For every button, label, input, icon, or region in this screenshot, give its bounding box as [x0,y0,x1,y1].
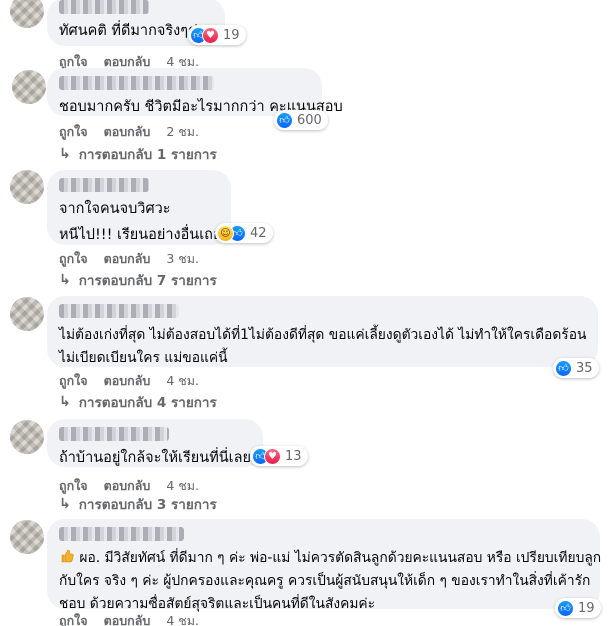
love-icon: ♥ [264,447,281,465]
like-icon: 👍︎ [276,111,293,129]
author-name-blurred[interactable] [59,427,169,441]
avatar[interactable] [10,297,44,331]
thumbs-up-emoji-icon [59,548,75,564]
view-replies-link[interactable]: ↳ การตอบกลับ 7 รายการ [59,269,217,291]
reaction-count: 19 [578,600,595,616]
reaction-count: 42 [250,225,267,241]
reaction-count: 13 [285,448,302,464]
timestamp[interactable]: 4 ชม. [166,371,199,391]
reply-button[interactable]: ตอบกลับ [104,611,151,626]
comment-bubble: ไม่ต้องเก่งที่สุด ไม่ต้องสอบได้ที่1ไม่ต้… [47,296,598,367]
like-button[interactable]: ถูกใจ [59,371,88,391]
reaction-summary[interactable]: 👍︎ ♥ 19 [188,25,246,45]
author-name-blurred[interactable] [59,527,184,541]
reply-button[interactable]: ตอบกลับ [104,122,151,142]
comment-bubble: จากใจคนจบวิศวะ หนีไป!!! เรียนอย่างอื่นเถ… [47,170,231,245]
replies-count-text: การตอบกลับ 1 รายการ [78,147,217,163]
comment-bubble: ชอบมากครับ ชีวิตมีอะไรมากกว่า คะแนนสอบ [47,68,343,116]
comment-actions: ถูกใจ ตอบกลับ 2 ชม. [59,122,199,142]
comment-bubble: ผอ. มีวิสัยทัศน์ ที่ดีมาก ๆ ค่ะ พ่อ-แม่ … [47,519,601,612]
haha-icon: ☺ [217,224,234,242]
comment-bubble: ถ้าบ้านอยู่ใกล้จะให้เรียนที่นี่เลยค่ะ [47,419,269,467]
view-replies-link[interactable]: ↳ การตอบกลับ 4 รายการ [59,391,217,413]
replies-count-text: การตอบกลับ 4 รายการ [78,395,217,411]
love-icon: ♥ [202,26,219,44]
reply-button[interactable]: ตอบกลับ [104,371,151,391]
timestamp[interactable]: 4 ชม. [166,611,199,626]
comment-actions: ถูกใจ ตอบกลับ 4 ชม. [59,371,199,391]
reaction-summary[interactable]: 👍︎ 35 [553,358,599,378]
avatar[interactable] [10,520,44,554]
reply-arrow-icon: ↳ [59,146,71,162]
comment-text: ไม่ต้องเก่งที่สุด ไม่ต้องสอบได้ที่1ไม่ต้… [59,327,587,343]
avatar[interactable] [10,0,44,28]
author-name-blurred[interactable] [59,178,149,192]
author-name-blurred[interactable] [59,0,149,14]
reply-arrow-icon: ↳ [59,394,71,410]
view-replies-link[interactable]: ↳ การตอบกลับ 3 รายการ [59,493,217,515]
author-name-blurred[interactable] [59,304,179,318]
comment-line: ผอ. มีวิสัยทัศน์ ที่ดีมาก ๆ ค่ะ พ่อ-แม่ … [79,550,602,566]
comment-actions: ถูกใจ ตอบกลับ 3 ชม. [59,249,199,269]
timestamp[interactable]: 3 ชม. [166,249,199,269]
reply-button[interactable]: ตอบกลับ [104,249,151,269]
avatar[interactable] [12,70,46,104]
comment-text: กับใคร จริง ๆ ค่ะ ผู้ปกครองและคุณครู ควร… [59,573,591,589]
reaction-count: 35 [576,360,593,376]
avatar[interactable] [10,420,44,454]
reply-arrow-icon: ↳ [59,272,71,288]
timestamp[interactable]: 2 ชม. [166,122,199,142]
replies-count-text: การตอบกลับ 3 รายการ [78,497,217,513]
reaction-count: 600 [297,112,322,128]
like-button[interactable]: ถูกใจ [59,249,88,269]
comment-text: ถ้าบ้านอยู่ใกล้จะให้เรียนที่นี่เลยค่ะ [59,450,269,466]
reaction-summary[interactable]: ☺ 👍︎ 42 [215,223,273,243]
like-icon: 👍︎ [555,359,572,377]
comment-text: หนีไป!!! เรียนอย่างอื่นเถอะ [59,227,230,243]
like-button[interactable]: ถูกใจ [59,122,88,142]
comment-actions: ถูกใจ ตอบกลับ 4 ชม. [59,611,199,626]
avatar[interactable] [10,170,44,204]
reaction-summary[interactable]: 👍︎ 19 [555,598,601,618]
like-icon: 👍︎ [557,599,574,617]
reaction-count: 19 [223,27,240,43]
view-replies-link[interactable]: ↳ การตอบกลับ 1 รายการ [59,143,217,165]
reaction-summary[interactable]: 👍︎ ♥ 13 [250,446,308,466]
replies-count-text: การตอบกลับ 7 รายการ [78,273,217,289]
comment-text: ชอบมากครับ ชีวิตมีอะไรมากกว่า คะแนนสอบ [59,99,343,115]
comment-text: จากใจคนจบวิศวะ [59,201,171,217]
author-name-blurred[interactable] [59,76,214,90]
reaction-summary[interactable]: 👍︎ 600 [274,110,328,130]
like-button[interactable]: ถูกใจ [59,611,88,626]
comment-text: ไม่เบียดเบียนใคร แม่ขอแค่นี้ [59,350,228,366]
reply-arrow-icon: ↳ [59,496,71,512]
comment-text: ผอ. มีวิสัยทัศน์ ที่ดีมาก ๆ ค่ะ พ่อ-แม่ … [59,547,601,570]
